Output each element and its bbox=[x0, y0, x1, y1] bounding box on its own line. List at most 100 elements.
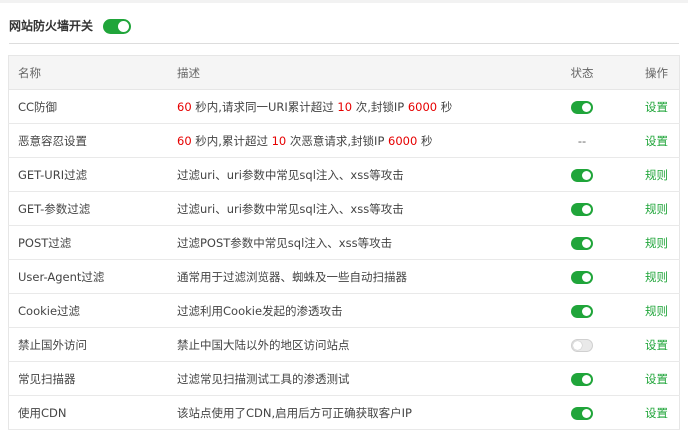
rule-operation: 规则 bbox=[610, 259, 680, 294]
settings-link[interactable]: 设置 bbox=[645, 100, 668, 114]
rule-status bbox=[554, 395, 610, 430]
rule-description: 过滤POST参数中常见sql注入、xss等攻击 bbox=[177, 225, 554, 260]
firewall-rules-table: 名称 描述 状态 操作 CC防御 60 秒内,请求同一URI累计超过 10 次,封… bbox=[8, 55, 680, 430]
rule-operation: 设置 bbox=[610, 89, 680, 124]
rule-name: Cookie过滤 bbox=[8, 293, 177, 328]
rule-operation: 设置 bbox=[610, 361, 680, 396]
rule-operation: 规则 bbox=[610, 191, 680, 226]
rule-name: 禁止国外访问 bbox=[8, 327, 177, 362]
top-border bbox=[0, 0, 688, 3]
rule-description: 60 秒内,累计超过 10 次恶意请求,封锁IP 6000 秒 bbox=[177, 123, 554, 158]
rule-description-text: 秒内,请求同一URI累计超过 bbox=[191, 99, 338, 114]
rule-description: 该站点使用了CDN,启用后方可正确获取客户IP bbox=[177, 395, 554, 430]
rule-toggle[interactable] bbox=[571, 372, 593, 386]
rule-description-text: 秒 bbox=[417, 133, 433, 148]
rule-value: 60 bbox=[177, 99, 192, 114]
table-row: User-Agent过滤 通常用于过滤浏览器、蜘蛛及一些自动扫描器 规则 bbox=[8, 259, 680, 294]
table-row: GET-URI过滤 过滤uri、uri参数中常见sql注入、xss等攻击 规则 bbox=[8, 157, 680, 192]
rule-description: 过滤uri、uri参数中常见sql注入、xss等攻击 bbox=[177, 157, 554, 192]
rule-toggle[interactable] bbox=[571, 168, 593, 182]
rules-link[interactable]: 规则 bbox=[645, 202, 668, 216]
rule-description: 过滤利用Cookie发起的渗透攻击 bbox=[177, 293, 554, 328]
settings-link[interactable]: 设置 bbox=[645, 406, 668, 420]
rule-status bbox=[554, 327, 610, 362]
column-header-description: 描述 bbox=[177, 55, 554, 90]
table-row: 禁止国外访问 禁止中国大陆以外的地区访问站点 设置 bbox=[8, 327, 680, 362]
firewall-master-toggle[interactable] bbox=[103, 19, 132, 34]
rule-status bbox=[554, 225, 610, 260]
table-row: POST过滤 过滤POST参数中常见sql注入、xss等攻击 规则 bbox=[8, 225, 680, 260]
rule-description: 60 秒内,请求同一URI累计超过 10 次,封锁IP 6000 秒 bbox=[177, 89, 554, 124]
rule-description-text: 该站点使用了CDN,启用后方可正确获取客户IP bbox=[177, 405, 412, 420]
settings-link[interactable]: 设置 bbox=[645, 134, 668, 148]
rule-name: 使用CDN bbox=[8, 395, 177, 430]
column-header-status: 状态 bbox=[554, 55, 610, 90]
rule-toggle[interactable] bbox=[571, 202, 593, 216]
table-header-row: 名称 描述 状态 操作 bbox=[8, 55, 680, 90]
settings-link[interactable]: 设置 bbox=[645, 372, 668, 386]
column-header-operation: 操作 bbox=[610, 55, 680, 90]
firewall-title: 网站防火墙开关 bbox=[9, 19, 94, 33]
table-row: CC防御 60 秒内,请求同一URI累计超过 10 次,封锁IP 6000 秒 设置 bbox=[8, 89, 680, 124]
rule-name: 常见扫描器 bbox=[8, 361, 177, 396]
rule-description-text: 秒内,累计超过 bbox=[191, 133, 272, 148]
rules-link[interactable]: 规则 bbox=[645, 304, 668, 318]
rule-name: 恶意容忍设置 bbox=[8, 123, 177, 158]
rule-description: 禁止中国大陆以外的地区访问站点 bbox=[177, 327, 554, 362]
firewall-header: 网站防火墙开关 bbox=[9, 14, 679, 44]
rule-description-text: 次,封锁IP bbox=[352, 99, 408, 114]
rule-description-text: 过滤POST参数中常见sql注入、xss等攻击 bbox=[177, 235, 393, 250]
rule-status bbox=[554, 191, 610, 226]
rule-status bbox=[554, 361, 610, 396]
rule-value: 6000 bbox=[388, 133, 418, 148]
rule-name: GET-参数过滤 bbox=[8, 191, 177, 226]
table-row: 常见扫描器 过滤常见扫描测试工具的渗透测试 设置 bbox=[8, 361, 680, 396]
rules-link[interactable]: 规则 bbox=[645, 168, 668, 182]
rule-name: GET-URI过滤 bbox=[8, 157, 177, 192]
rule-description: 过滤uri、uri参数中常见sql注入、xss等攻击 bbox=[177, 191, 554, 226]
rule-status bbox=[554, 259, 610, 294]
rule-description: 通常用于过滤浏览器、蜘蛛及一些自动扫描器 bbox=[177, 259, 554, 294]
rule-description-text: 禁止中国大陆以外的地区访问站点 bbox=[177, 337, 350, 352]
rule-value: 60 bbox=[177, 133, 192, 148]
rule-description: 过滤常见扫描测试工具的渗透测试 bbox=[177, 361, 554, 396]
rule-name: User-Agent过滤 bbox=[8, 259, 177, 294]
rule-description-text: 次恶意请求,封锁IP bbox=[286, 133, 389, 148]
column-header-name: 名称 bbox=[8, 55, 177, 90]
rule-operation: 规则 bbox=[610, 293, 680, 328]
rule-description-text: 过滤常见扫描测试工具的渗透测试 bbox=[177, 371, 350, 386]
rule-toggle[interactable] bbox=[571, 236, 593, 250]
table-row: GET-参数过滤 过滤uri、uri参数中常见sql注入、xss等攻击 规则 bbox=[8, 191, 680, 226]
rule-operation: 规则 bbox=[610, 225, 680, 260]
rule-value: 6000 bbox=[407, 99, 438, 114]
rule-description-text: 过滤uri、uri参数中常见sql注入、xss等攻击 bbox=[177, 167, 404, 182]
rule-value: 10 bbox=[337, 99, 353, 114]
rule-toggle[interactable] bbox=[571, 338, 593, 352]
table-row: 恶意容忍设置 60 秒内,累计超过 10 次恶意请求,封锁IP 6000 秒 -- 设… bbox=[8, 123, 680, 158]
rules-link[interactable]: 规则 bbox=[645, 236, 668, 250]
rule-toggle[interactable] bbox=[571, 270, 593, 284]
rule-description-text: 过滤uri、uri参数中常见sql注入、xss等攻击 bbox=[177, 201, 404, 216]
rule-name: CC防御 bbox=[8, 89, 177, 124]
rule-status bbox=[554, 293, 610, 328]
table-row: Cookie过滤 过滤利用Cookie发起的渗透攻击 规则 bbox=[8, 293, 680, 328]
rule-description-text: 过滤利用Cookie发起的渗透攻击 bbox=[177, 303, 343, 318]
rule-toggle[interactable] bbox=[571, 406, 593, 420]
rule-toggle[interactable] bbox=[571, 304, 593, 318]
status-empty: -- bbox=[577, 133, 587, 148]
rules-link[interactable]: 规则 bbox=[645, 270, 668, 284]
settings-link[interactable]: 设置 bbox=[645, 338, 668, 352]
rule-status bbox=[554, 157, 610, 192]
rule-operation: 设置 bbox=[610, 327, 680, 362]
rule-operation: 设置 bbox=[610, 395, 680, 430]
rule-name: POST过滤 bbox=[8, 225, 177, 260]
rule-toggle[interactable] bbox=[571, 100, 593, 114]
rule-description-text: 通常用于过滤浏览器、蜘蛛及一些自动扫描器 bbox=[177, 269, 407, 284]
rule-status: -- bbox=[554, 123, 610, 158]
table-row: 使用CDN 该站点使用了CDN,启用后方可正确获取客户IP 设置 bbox=[8, 395, 680, 430]
rule-value: 10 bbox=[271, 133, 287, 148]
rule-operation: 规则 bbox=[610, 157, 680, 192]
rule-description-text: 秒 bbox=[437, 99, 453, 114]
rule-status bbox=[554, 89, 610, 124]
rule-operation: 设置 bbox=[610, 123, 680, 158]
